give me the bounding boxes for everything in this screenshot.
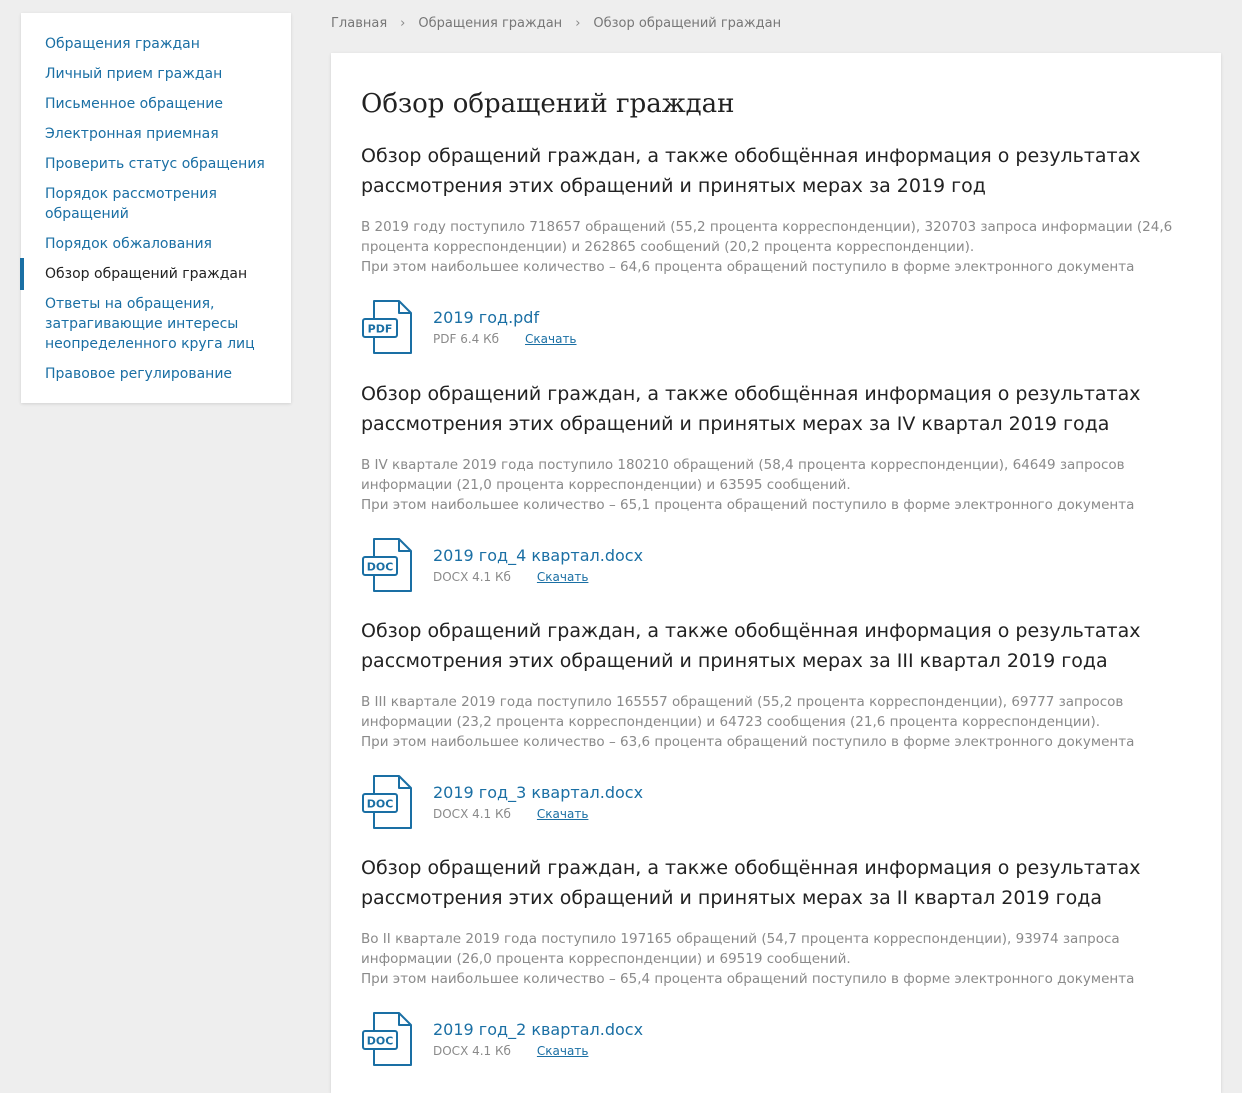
breadcrumb-obrashcheniya[interactable]: Обращения граждан xyxy=(418,16,562,31)
sidebar-item-pravovoe-regulirovanie[interactable]: Правовое регулирование xyxy=(21,364,291,384)
sidebar-menu: Обращения граждан Личный прием граждан П… xyxy=(20,13,291,384)
file-size: PDF 6.4 Кб xyxy=(433,332,500,346)
breadcrumb-separator: › xyxy=(400,16,406,31)
doc-file-icon[interactable]: DOC xyxy=(361,1011,413,1067)
page-title: Обзор обращений граждан xyxy=(361,89,735,119)
section-text-line: В 2019 году поступило 718657 обращений (… xyxy=(361,219,1173,235)
review-section: Обзор обращений граждан, а также обобщён… xyxy=(361,379,1181,593)
sidebar-item-lichny-priem[interactable]: Личный прием граждан xyxy=(21,64,291,84)
file-attachment: DOC 2019 год_4 квартал.docx DOCX 4.1 Кб С… xyxy=(361,537,1181,593)
sidebar-item-obrashcheniya[interactable]: Обращения граждан xyxy=(21,34,291,54)
section-text-line: процента корреспонденции) и 262865 сообщ… xyxy=(361,239,975,255)
file-link[interactable]: 2019 год.pdf xyxy=(433,307,539,329)
section-text: В 2019 году поступило 718657 обращений (… xyxy=(361,217,1181,277)
file-size: DOCX 4.1 Кб xyxy=(433,807,511,821)
sidebar-item-proverit-status[interactable]: Проверить статус обращения xyxy=(21,154,291,174)
file-size: DOCX 4.1 Кб xyxy=(433,570,511,584)
breadcrumb-home[interactable]: Главная xyxy=(331,16,387,31)
review-section: Обзор обращений граждан, а также обобщён… xyxy=(361,616,1181,830)
section-text-line: В III квартале 2019 года поступило 16555… xyxy=(361,694,1124,710)
file-link[interactable]: 2019 год_3 квартал.docx xyxy=(433,782,643,804)
pdf-file-icon[interactable]: PDF xyxy=(361,299,413,355)
section-text-line: Во II квартале 2019 года поступило 19716… xyxy=(361,931,1120,947)
sidebar-item-poryadok-rassmotreniya[interactable]: Порядок рассмотрения обращений xyxy=(21,184,291,224)
file-link[interactable]: 2019 год_2 квартал.docx xyxy=(433,1019,643,1041)
file-size: DOCX 4.1 Кб xyxy=(433,1044,511,1058)
section-text-line: информации (26,0 процента корреспонденци… xyxy=(361,951,851,967)
doc-file-icon[interactable]: DOC xyxy=(361,537,413,593)
file-attachment: DOC 2019 год_2 квартал.docx DOCX 4.1 Кб С… xyxy=(361,1011,1181,1067)
file-meta: DOCX 4.1 Кб Скачать xyxy=(433,1043,588,1059)
file-type-label: PDF xyxy=(368,323,393,336)
file-meta: DOCX 4.1 Кб Скачать xyxy=(433,806,588,822)
file-type-label: DOC xyxy=(367,561,394,574)
download-link[interactable]: Скачать xyxy=(537,1044,589,1058)
sidebar-item-obzor-active[interactable]: Обзор обращений граждан xyxy=(20,258,291,290)
section-title: Обзор обращений граждан, а также обобщён… xyxy=(361,383,1141,435)
section-title: Обзор обращений граждан, а также обобщён… xyxy=(361,620,1141,672)
section-text-line: информации (23,2 процента корреспонденци… xyxy=(361,714,1101,730)
section-text-line: В IV квартале 2019 года поступило 180210… xyxy=(361,457,1125,473)
section-text-line: информации (21,0 процента корреспонденци… xyxy=(361,477,851,493)
breadcrumb-current: Обзор обращений граждан xyxy=(593,16,782,31)
breadcrumb-separator: › xyxy=(575,16,581,31)
sidebar-item-pismennoe[interactable]: Письменное обращение xyxy=(21,94,291,114)
breadcrumb: Главная › Обращения граждан › Обзор обращени… xyxy=(331,15,781,33)
section-text-line: При этом наибольшее количество – 64,6 пр… xyxy=(361,259,1135,275)
doc-file-icon[interactable]: DOC xyxy=(361,774,413,830)
section-text: В III квартале 2019 года поступило 16555… xyxy=(361,692,1181,752)
section-text: В IV квартале 2019 года поступило 180210… xyxy=(361,455,1181,515)
file-type-label: DOC xyxy=(367,1035,394,1048)
review-section: Обзор обращений граждан, а также обобщён… xyxy=(361,141,1181,355)
section-title: Обзор обращений граждан, а также обобщён… xyxy=(361,145,1141,197)
download-link[interactable]: Скачать xyxy=(537,570,589,584)
sidebar: Обращения граждан Личный прием граждан П… xyxy=(20,13,291,403)
review-section: Обзор обращений граждан, а также обобщён… xyxy=(361,853,1181,1067)
file-type-label: DOC xyxy=(367,798,394,811)
download-link[interactable]: Скачать xyxy=(537,807,589,821)
download-link[interactable]: Скачать xyxy=(525,332,577,346)
file-meta: PDF 6.4 Кб Скачать xyxy=(433,331,577,347)
section-text-line: При этом наибольшее количество – 65,1 пр… xyxy=(361,497,1135,513)
sidebar-item-elektronnaya-priemnaya[interactable]: Электронная приемная xyxy=(21,124,291,144)
file-attachment: PDF 2019 год.pdf PDF 6.4 Кб Скачать xyxy=(361,299,1181,355)
file-attachment: DOC 2019 год_3 квартал.docx DOCX 4.1 Кб С… xyxy=(361,774,1181,830)
file-link[interactable]: 2019 год_4 квартал.docx xyxy=(433,545,643,567)
section-title: Обзор обращений граждан, а также обобщён… xyxy=(361,857,1141,909)
sidebar-item-poryadok-obzhalovaniya[interactable]: Порядок обжалования xyxy=(21,234,291,254)
section-text-line: При этом наибольшее количество – 65,4 пр… xyxy=(361,971,1135,987)
file-meta: DOCX 4.1 Кб Скачать xyxy=(433,569,588,585)
section-text: Во II квартале 2019 года поступило 19716… xyxy=(361,929,1181,989)
content-panel: Обзор обращений граждан Обзор обращений … xyxy=(331,53,1221,1093)
section-text-line: При этом наибольшее количество – 63,6 пр… xyxy=(361,734,1135,750)
sidebar-item-otvety[interactable]: Ответы на обращения, затрагивающие интер… xyxy=(21,294,291,354)
